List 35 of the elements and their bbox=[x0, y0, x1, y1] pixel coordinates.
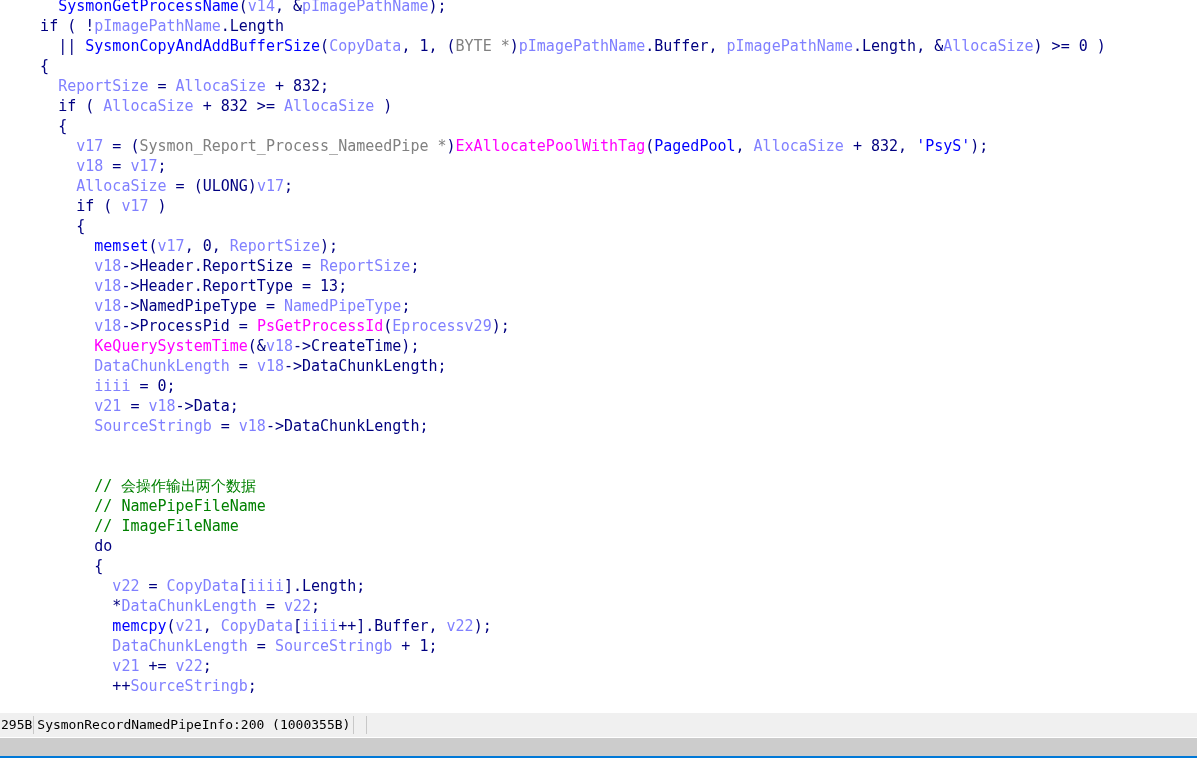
code-line: || SysmonCopyAndAddBufferSize(CopyData, 1, (BYTE *)pImagePathName.Buffer, pImagePathName.Length, &AllocaSize) >= 0 ) bbox=[57, 36, 1106, 56]
code-line: ++SourceStringb; bbox=[111, 676, 257, 696]
code-line: v18->Header.ReportType = 13; bbox=[93, 276, 348, 296]
code-line: v18->ProcessPid = PsGetProcessId(Eprocessv29); bbox=[93, 316, 510, 336]
code-line: // 会操作输出两个数据 bbox=[93, 476, 257, 496]
code-line: v21 += v22; bbox=[111, 656, 212, 676]
code-line: SysmonGetProcessName(v14, &pImagePathName); bbox=[57, 0, 447, 16]
code-line: { bbox=[57, 116, 68, 136]
offset-text: 295B bbox=[0, 716, 34, 735]
code-line: iiii = 0; bbox=[93, 376, 176, 396]
code-line: DataChunkLength = SourceStringb + 1; bbox=[111, 636, 438, 656]
code-line: SourceStringb = v18->DataChunkLength; bbox=[93, 416, 429, 436]
location-text: SysmonRecordNamedPipeInfo:200 (1000355B) bbox=[36, 716, 352, 735]
code-line: { bbox=[75, 216, 86, 236]
code-line: { bbox=[39, 56, 50, 76]
code-line: memset(v17, 0, ReportSize); bbox=[93, 236, 339, 256]
code-line: v18->NamedPipeType = NamedPipeType; bbox=[93, 296, 411, 316]
code-line: do bbox=[93, 536, 113, 556]
code-line: AllocaSize = (ULONG)v17; bbox=[75, 176, 293, 196]
code-line: if ( v17 ) bbox=[75, 196, 167, 216]
code-line: // NamePipeFileName bbox=[93, 496, 266, 516]
code-line: ReportSize = AllocaSize + 832; bbox=[57, 76, 330, 96]
code-line: v21 = v18->Data; bbox=[93, 396, 239, 416]
code-line: *DataChunkLength = v22; bbox=[111, 596, 321, 616]
code-line: if ( !pImagePathName.Length bbox=[39, 16, 284, 36]
code-line: memcpy(v21, CopyData[iiii++].Buffer, v22); bbox=[111, 616, 492, 636]
code-line: { bbox=[93, 556, 104, 576]
code-line: if ( AllocaSize + 832 >= AllocaSize ) bbox=[57, 96, 393, 116]
code-line: KeQuerySystemTime(&v18->CreateTime); bbox=[93, 336, 420, 356]
code-line: v18 = v17; bbox=[75, 156, 167, 176]
code-line: v18->Header.ReportSize = ReportSize; bbox=[93, 256, 420, 276]
code-line: // ImageFileName bbox=[93, 516, 239, 536]
code-line: DataChunkLength = v18->DataChunkLength; bbox=[93, 356, 447, 376]
code-line: v17 = (Sysmon_Report_Process_NameedPipe *)ExAllocatePoolWithTag(PagedPool, AllocaSize + 832, 'PsyS'); bbox=[75, 136, 989, 156]
code-line: v22 = CopyData[iiii].Length; bbox=[111, 576, 366, 596]
